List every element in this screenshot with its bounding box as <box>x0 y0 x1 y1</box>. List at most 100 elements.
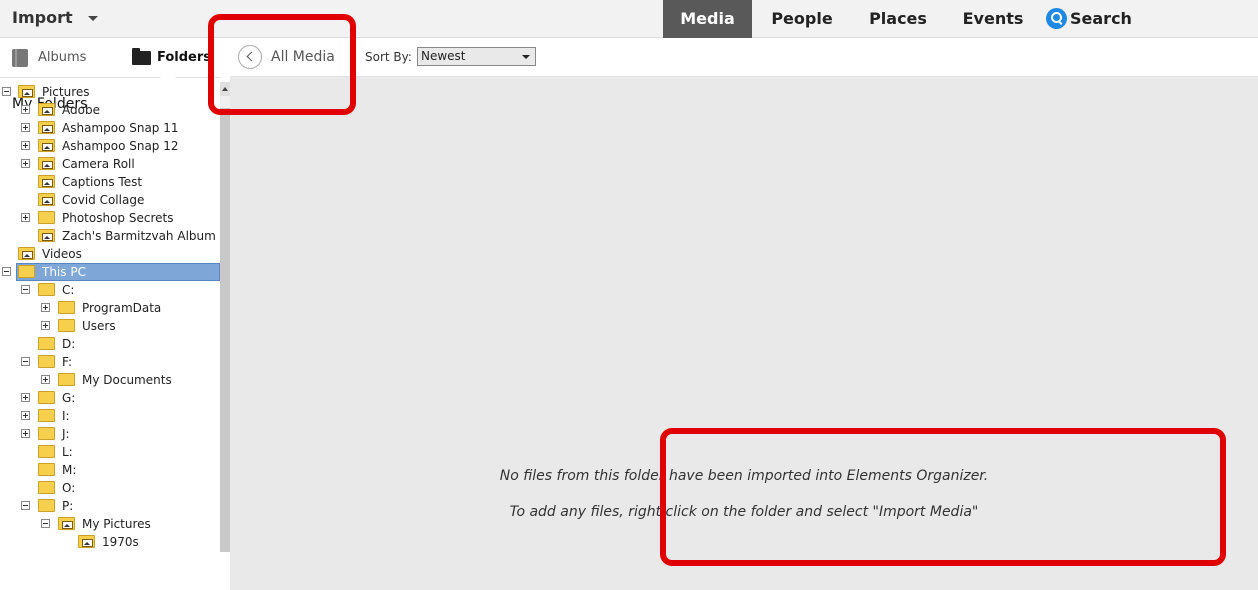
expand-icon[interactable] <box>21 159 30 168</box>
folder-tree: Pictures Adobe Ashampoo Snap 11 Ashampoo Sn… <box>0 83 220 552</box>
tree-item[interactable]: C: <box>0 281 220 299</box>
panel-tabs: Albums Folders <box>0 38 221 78</box>
chevron-down-icon[interactable] <box>88 16 98 21</box>
tree-item[interactable]: D: <box>0 335 220 353</box>
tree-item-label: P: <box>62 499 74 513</box>
tree-item[interactable]: Zach's Barmitzvah Album <box>0 227 220 245</box>
tree-item-label: This PC <box>42 265 86 279</box>
expand-icon[interactable] <box>21 429 30 438</box>
tree-item-label: M: <box>62 463 77 477</box>
expand-icon[interactable] <box>41 321 50 330</box>
folder-icon <box>38 481 55 494</box>
picture-folder-icon <box>18 247 35 260</box>
tab-media[interactable]: Media <box>663 0 752 38</box>
tab-people[interactable]: People <box>758 0 846 38</box>
tree-item[interactable]: Users <box>0 317 220 335</box>
tree-item[interactable]: Camera Roll <box>0 155 220 173</box>
tree-item-label: Users <box>82 319 116 333</box>
tab-places[interactable]: Places <box>856 0 940 38</box>
tree-item[interactable]: L: <box>0 443 220 461</box>
tree-item[interactable]: M: <box>0 461 220 479</box>
collapse-icon[interactable] <box>21 285 30 294</box>
tree-item[interactable]: My Documents <box>0 371 220 389</box>
tree-item-label: F: <box>62 355 73 369</box>
tree-item[interactable]: F: <box>0 353 220 371</box>
tree-item[interactable]: Captions Test <box>0 173 220 191</box>
tree-item[interactable]: P: <box>0 497 220 515</box>
expand-icon[interactable] <box>21 411 30 420</box>
tree-item-label: Photoshop Secrets <box>62 211 174 225</box>
expand-icon[interactable] <box>21 123 30 132</box>
folder-icon[interactable] <box>132 48 151 65</box>
folder-icon <box>38 463 55 476</box>
tree-item[interactable]: Photoshop Secrets <box>0 209 220 227</box>
tab-folders[interactable]: Folders <box>157 50 211 65</box>
tree-item[interactable]: I: <box>0 407 220 425</box>
picture-folder-icon <box>38 193 55 206</box>
sort-select-value: Newest <box>421 49 466 63</box>
dropdown-arrow-icon <box>522 55 530 59</box>
picture-folder-icon <box>38 157 55 170</box>
tree-item[interactable]: 1970s <box>0 533 220 551</box>
sort-by-label: Sort By: <box>365 50 412 64</box>
tree-item[interactable]: Pictures <box>0 83 220 101</box>
tree-item[interactable]: O: <box>0 479 220 497</box>
tree-item-label: ProgramData <box>82 301 162 315</box>
tree-item-label: Zach's Barmitzvah Album <box>62 229 216 243</box>
tab-events[interactable]: Events <box>950 0 1036 38</box>
collapse-icon[interactable] <box>21 501 30 510</box>
tree-item[interactable]: This PC <box>0 263 220 281</box>
tree-item-label: G: <box>62 391 76 405</box>
tree-item[interactable]: J: <box>0 425 220 443</box>
folder-icon <box>38 427 55 440</box>
tree-item-label: C: <box>62 283 75 297</box>
picture-folder-icon <box>38 139 55 152</box>
tab-search[interactable]: Search <box>1070 0 1134 38</box>
picture-folder-icon <box>38 229 55 242</box>
expand-icon[interactable] <box>21 105 30 114</box>
folder-icon <box>38 211 55 224</box>
tree-item[interactable]: Videos <box>0 245 220 263</box>
main-toolbar: All Media Sort By: Newest <box>230 38 1258 77</box>
collapse-icon[interactable] <box>21 357 30 366</box>
collapse-icon[interactable] <box>41 519 50 528</box>
folder-icon <box>18 265 35 278</box>
tree-item-label: Ashampoo Snap 11 <box>62 121 179 135</box>
tree-item[interactable]: Covid Collage <box>0 191 220 209</box>
tree-item[interactable]: Ashampoo Snap 11 <box>0 119 220 137</box>
expand-icon[interactable] <box>21 213 30 222</box>
expand-icon[interactable] <box>41 375 50 384</box>
folder-icon <box>38 355 55 368</box>
collapse-icon[interactable] <box>2 87 11 96</box>
folder-icon <box>58 301 75 314</box>
folder-icon <box>38 337 55 350</box>
picture-folder-icon <box>78 535 95 548</box>
picture-folder-icon <box>38 103 55 116</box>
picture-folder-icon <box>38 175 55 188</box>
tree-item[interactable]: G: <box>0 389 220 407</box>
search-icon[interactable] <box>1046 8 1067 29</box>
expand-icon[interactable] <box>41 303 50 312</box>
tree-item-label: Pictures <box>42 85 90 99</box>
tree-item-label: D: <box>62 337 76 351</box>
tree-item[interactable]: Ashampoo Snap 12 <box>0 137 220 155</box>
folder-icon <box>58 373 75 386</box>
collapse-icon[interactable] <box>2 267 11 276</box>
tree-item-label: I: <box>62 409 70 423</box>
sort-select[interactable]: Newest <box>417 47 536 66</box>
tree-item[interactable]: My Pictures <box>0 515 220 533</box>
folder-icon <box>38 445 55 458</box>
tree-item[interactable]: Adobe <box>0 101 220 119</box>
tree-item-label: J: <box>62 427 70 441</box>
tree-scrollbar[interactable] <box>220 82 230 552</box>
tree-item-label: Adobe <box>62 103 100 117</box>
expand-icon[interactable] <box>21 141 30 150</box>
expand-icon[interactable] <box>21 393 30 402</box>
album-icon[interactable] <box>12 49 28 67</box>
tab-albums[interactable]: Albums <box>38 50 86 65</box>
import-menu-button[interactable]: Import <box>12 8 73 27</box>
folder-icon <box>38 499 55 512</box>
folder-icon <box>58 319 75 332</box>
tree-item[interactable]: ProgramData <box>0 299 220 317</box>
folder-icon <box>38 409 55 422</box>
